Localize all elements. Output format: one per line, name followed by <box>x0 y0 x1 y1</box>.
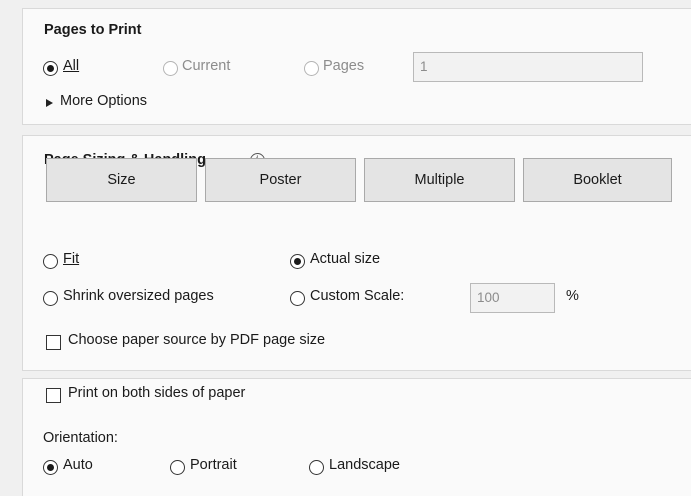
radio-landscape-label[interactable]: Landscape <box>329 457 400 473</box>
radio-portrait[interactable] <box>170 460 185 475</box>
radio-all[interactable] <box>43 61 58 76</box>
poster-button[interactable]: Poster <box>205 158 356 202</box>
radio-current[interactable] <box>163 61 178 76</box>
both-sides-label[interactable]: Print on both sides of paper <box>68 385 245 401</box>
radio-current-label[interactable]: Current <box>182 58 230 74</box>
radio-portrait-label[interactable]: Portrait <box>190 457 237 473</box>
expand-triangle-icon[interactable] <box>46 99 53 107</box>
radio-actual-size-label[interactable]: Actual size <box>310 251 380 267</box>
booklet-button[interactable]: Booklet <box>523 158 672 202</box>
radio-landscape[interactable] <box>309 460 324 475</box>
multiple-button[interactable]: Multiple <box>364 158 515 202</box>
radio-pages-label[interactable]: Pages <box>323 58 364 74</box>
percent-label: % <box>566 288 579 304</box>
radio-shrink-oversized-label[interactable]: Shrink oversized pages <box>63 288 214 304</box>
orientation-section: Print on both sides of paper Orientation… <box>22 378 691 496</box>
radio-pages[interactable] <box>304 61 319 76</box>
radio-actual-size[interactable] <box>290 254 305 269</box>
pages-range-input[interactable]: 1 <box>413 52 643 82</box>
pages-to-print-title: Pages to Print <box>44 22 142 38</box>
both-sides-checkbox[interactable] <box>46 388 61 403</box>
radio-all-label[interactable]: All <box>63 58 79 74</box>
radio-custom-scale[interactable] <box>290 291 305 306</box>
radio-auto[interactable] <box>43 460 58 475</box>
size-button[interactable]: Size <box>46 158 197 202</box>
more-options-toggle[interactable]: More Options <box>60 93 147 109</box>
paper-source-label[interactable]: Choose paper source by PDF page size <box>68 332 325 348</box>
pages-to-print-section: Pages to Print All Current Pages 1 More … <box>22 8 691 125</box>
orientation-title: Orientation: <box>43 430 118 446</box>
paper-source-checkbox[interactable] <box>46 335 61 350</box>
radio-fit[interactable] <box>43 254 58 269</box>
custom-scale-input[interactable]: 100 <box>470 283 555 313</box>
page-sizing-section: Page Sizing & Handling i Size Poster Mul… <box>22 135 691 371</box>
print-options-panel: Pages to Print All Current Pages 1 More … <box>0 0 691 496</box>
radio-auto-label[interactable]: Auto <box>63 457 93 473</box>
radio-shrink-oversized[interactable] <box>43 291 58 306</box>
radio-custom-scale-label[interactable]: Custom Scale: <box>310 288 404 304</box>
radio-fit-label[interactable]: Fit <box>63 251 79 267</box>
